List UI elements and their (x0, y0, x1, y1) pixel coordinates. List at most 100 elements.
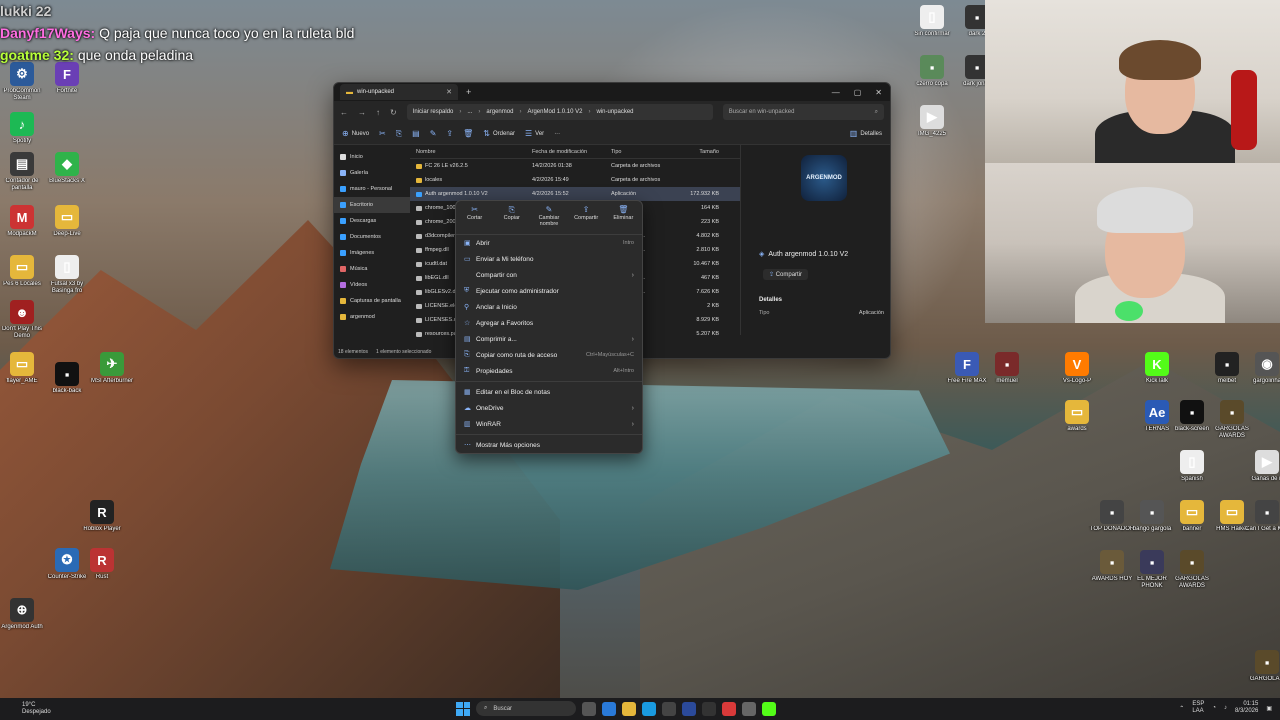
cut-icon[interactable]: ✂ (379, 129, 386, 138)
table-row[interactable]: FC 26 LE v26.2.5 14/2/2026 01:38 Carpeta d… (410, 159, 740, 173)
desktop-shortcut[interactable]: ✈ MSI Afterburner (90, 352, 134, 385)
breadcrumb-item[interactable]: Iniciar respaldo (413, 109, 454, 115)
desktop-shortcut[interactable]: ▪ Can I Get a Kiss (1245, 500, 1280, 533)
app-icon[interactable] (742, 701, 756, 716)
context-menu-item[interactable]: ▥ WinRAR › (456, 416, 642, 432)
context-menu-item[interactable]: ⋯ Mostrar Más opciones (456, 437, 642, 453)
column-date[interactable]: Fecha de modificación (532, 149, 611, 155)
desktop-shortcut[interactable]: ▭ Pes 6 Locales (0, 255, 44, 288)
breadcrumb-item[interactable]: win-unpacked (596, 109, 633, 115)
column-name[interactable]: Nombre (410, 149, 532, 155)
desktop-shortcut[interactable]: ▪ GARGOLAS AWARDS (1210, 400, 1254, 440)
view-button[interactable]: ☰ Ver (525, 129, 544, 138)
breadcrumb[interactable]: Iniciar respaldo › ... › argenmod › Arge… (406, 104, 713, 120)
desktop-shortcut[interactable]: ◉ gargolinha (1245, 352, 1280, 385)
breadcrumb-item[interactable]: argenmod (486, 109, 513, 115)
maximize-button[interactable]: ▢ (854, 88, 862, 97)
context-menu-item[interactable]: ⚲ Anclar a Inicio (456, 299, 642, 315)
column-size[interactable]: Tamaño (675, 149, 723, 155)
more-button[interactable]: ··· (554, 131, 560, 137)
copy-action[interactable]: ⎘ Copiar (496, 206, 528, 222)
weather-widget[interactable]: 19°C Despejado (22, 702, 51, 716)
desktop-shortcut[interactable]: F Fortnite (45, 62, 89, 95)
rename-action[interactable]: ✎ Cambiar nombre (533, 206, 565, 228)
edge-icon[interactable] (642, 701, 656, 716)
nav-item[interactable]: Capturas de pantalla (334, 293, 410, 309)
delete-action[interactable]: 🗑 Eliminar (607, 206, 639, 222)
new-tab-button[interactable]: + (466, 87, 471, 97)
nav-item[interactable]: Imágenes (334, 245, 410, 261)
nav-item[interactable]: Escritorio (334, 197, 410, 213)
task-view-icon[interactable] (582, 701, 596, 716)
desktop-shortcut[interactable]: ▭ Deep-Live (45, 205, 89, 238)
explorer-tab[interactable]: ▬ win-unpacked ✕ (340, 84, 458, 100)
desktop-shortcut[interactable]: ♪ Spotify (0, 112, 44, 145)
nav-item[interactable]: mauro - Personal (334, 181, 410, 197)
nav-item[interactable]: argenmod (334, 309, 410, 325)
desktop-shortcut[interactable]: ▭ awards (1055, 400, 1099, 433)
desktop-shortcut[interactable]: K KickTalk (1135, 352, 1179, 385)
app-icon[interactable] (682, 701, 696, 716)
start-button[interactable] (456, 701, 470, 716)
minimize-button[interactable]: — (832, 88, 840, 97)
context-menu-item[interactable]: ⎘ Copiar como ruta de acceso Ctrl+Mayúscul… (456, 347, 642, 363)
desktop-shortcut[interactable]: R Roblox Player (80, 500, 124, 533)
desktop-shortcut[interactable]: ◆ BlueStacks X (45, 152, 89, 185)
context-menu-item[interactable]: ▦ Editar en el Bloc de notas (456, 384, 642, 400)
breadcrumb-item[interactable]: ... (467, 109, 472, 115)
desktop-shortcut[interactable]: ⊕ Argenmod Auth (0, 598, 44, 631)
language-indicator[interactable]: ESP LAA (1192, 701, 1204, 715)
desktop-shortcut[interactable]: ▶ Ganas de ir (1245, 450, 1280, 483)
desktop-shortcut[interactable]: ▪ czerro copa (910, 55, 954, 88)
nav-item[interactable]: Inicio (334, 149, 410, 165)
volume-icon[interactable]: ♪ (1224, 705, 1227, 711)
desktop-shortcut[interactable]: V Vs-Logo-P (1055, 352, 1099, 385)
forward-arrow-icon[interactable]: → (358, 108, 366, 117)
search-input[interactable]: Buscar en win-unpacked ⌕ (722, 104, 884, 120)
nav-item[interactable]: Descargas (334, 213, 410, 229)
desktop-shortcut[interactable]: ☻ Don't Play This Demo (0, 300, 44, 340)
desktop-shortcut[interactable]: ⚙ ProbCommon Steam (0, 62, 44, 102)
context-menu-item[interactable]: ⛨ Ejecutar como administrador (456, 283, 642, 299)
taskbar-search[interactable]: ⌕ Buscar (476, 701, 576, 716)
new-button[interactable]: ⊕ Nuevo (342, 129, 369, 138)
context-menu-item[interactable]: ▭ Enviar a Mi teléfono (456, 251, 642, 267)
desktop-shortcut[interactable]: ▪ black-back (45, 362, 89, 395)
desktop-shortcut[interactable]: ▯ Futsal x3 by Basinga fro (45, 255, 89, 295)
share-icon[interactable]: ⇪ (446, 129, 453, 138)
sort-button[interactable]: ⇅ Ordenar (483, 129, 515, 138)
column-type[interactable]: Tipo (611, 149, 675, 155)
desktop-shortcut[interactable]: ▪ GARGOLAS AWARDS (1170, 550, 1214, 590)
nav-item[interactable]: Vídeos (334, 277, 410, 293)
nav-item[interactable]: Documentos (334, 229, 410, 245)
notification-icon[interactable]: ▣ (1266, 705, 1272, 712)
desktop-shortcut[interactable]: ▤ Contador de pantalla (0, 152, 44, 192)
nav-item[interactable]: Música (334, 261, 410, 277)
desktop-shortcut[interactable]: R Rust (80, 548, 124, 581)
desktop-shortcut[interactable]: ▶ IMG_4225 (910, 105, 954, 138)
desktop-shortcut[interactable]: ▯ Spanish (1170, 450, 1214, 483)
breadcrumb-item[interactable]: ArgenMod 1.0.10 V2 (527, 109, 582, 115)
context-menu-item[interactable]: ☆ Agregar a Favoritos (456, 315, 642, 331)
file-explorer-icon[interactable] (622, 701, 636, 716)
delete-icon[interactable]: 🗑 (463, 129, 473, 138)
share-action[interactable]: ⇪ Compartir (570, 206, 602, 222)
store-icon[interactable] (662, 701, 676, 716)
context-menu-item[interactable]: ⚿ Propiedades Alt+Intro (456, 363, 642, 379)
desktop-shortcut[interactable]: ▭ flayer_AME (0, 352, 44, 385)
close-button[interactable]: ✕ (875, 88, 882, 97)
desktop-shortcut[interactable]: ▪ GARGOLA 4 (1245, 650, 1280, 683)
clock[interactable]: 01:15 8/3/2026 (1235, 701, 1258, 715)
context-menu-item[interactable]: ▤ Comprimir a... › (456, 331, 642, 347)
copy-icon[interactable]: ⎘ (396, 129, 402, 139)
desktop-shortcut[interactable]: ▯ Sin confirmar (910, 5, 954, 38)
refresh-icon[interactable]: ↻ (390, 108, 397, 117)
kick-icon[interactable] (762, 701, 776, 716)
rename-icon[interactable]: ✎ (430, 129, 437, 138)
cut-action[interactable]: ✂ Cortar (459, 206, 491, 222)
wifi-icon[interactable]: ◔ (1212, 705, 1216, 711)
table-row[interactable]: locales 4/2/2026 15:49 Carpeta de archivos (410, 173, 740, 187)
app-icon[interactable] (702, 701, 716, 716)
copilot-icon[interactable] (602, 701, 616, 716)
close-tab-icon[interactable]: ✕ (446, 88, 452, 96)
